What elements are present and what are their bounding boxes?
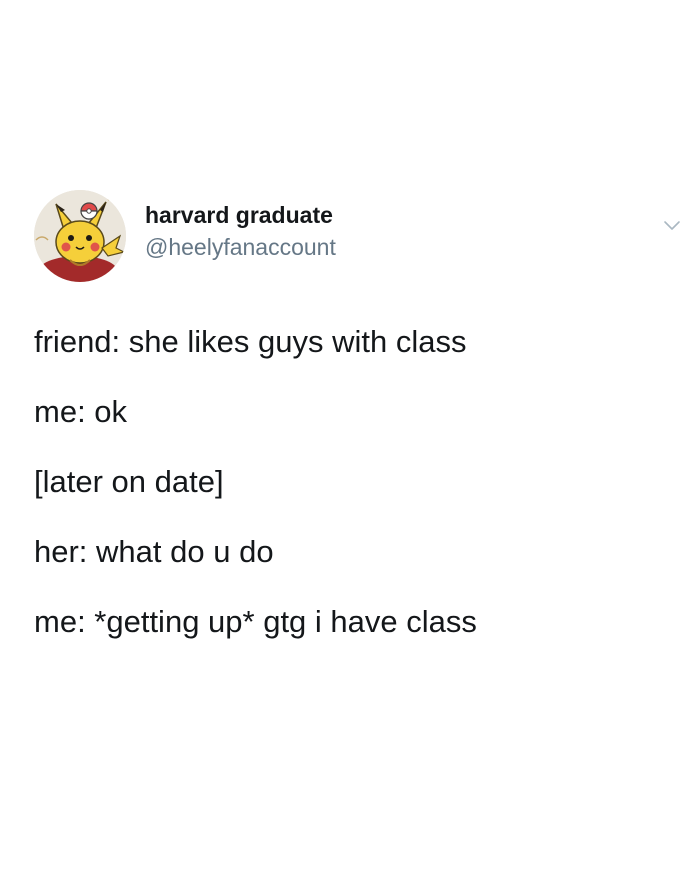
tweet-text: friend: she likes guys with class me: ok… xyxy=(34,322,674,672)
user-handle[interactable]: @heelyfanaccount xyxy=(145,232,336,262)
author-info: harvard graduate @heelyfanaccount xyxy=(145,200,336,262)
tweet-card: harvard graduate @heelyfanaccount friend… xyxy=(0,0,700,875)
chevron-down-icon xyxy=(664,221,680,230)
tweet-line: her: what do u do xyxy=(34,534,274,569)
tweet-line: me: ok xyxy=(34,394,128,429)
pikachu-avatar-icon xyxy=(34,190,126,282)
tweet-line: [later on date] xyxy=(34,464,224,499)
tweet-menu-button[interactable] xyxy=(660,214,684,238)
tweet-line: friend: she likes guys with class xyxy=(34,324,467,359)
tweet-line: me: *getting up* gtg i have class xyxy=(34,604,477,639)
tweet-header: harvard graduate @heelyfanaccount xyxy=(34,190,684,290)
display-name[interactable]: harvard graduate xyxy=(145,200,336,230)
avatar[interactable] xyxy=(34,190,126,282)
